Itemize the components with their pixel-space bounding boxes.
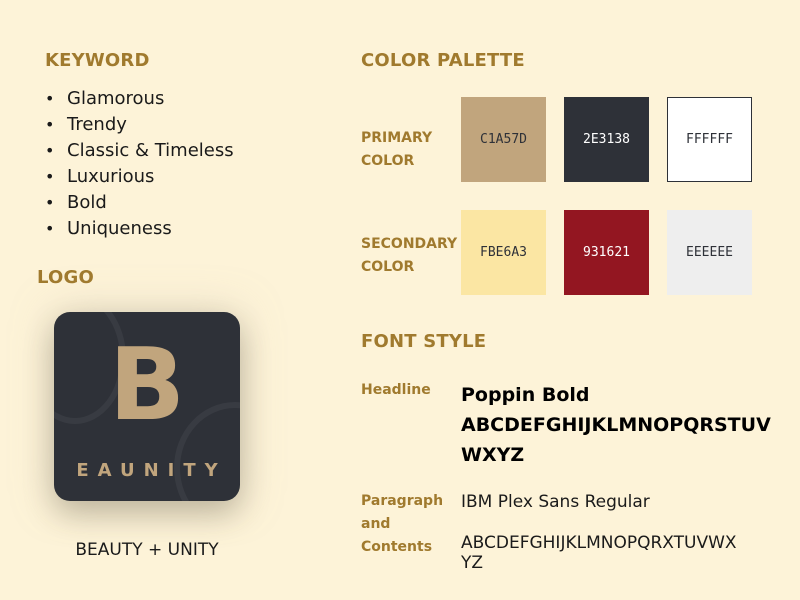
palette-title: COLOR PALETTE: [361, 50, 525, 71]
bullet-icon: •: [45, 193, 55, 212]
swatch-hex: C1A57D: [480, 132, 527, 147]
keyword-item: • Trendy: [45, 114, 127, 135]
keyword-item: • Classic & Timeless: [45, 140, 234, 161]
swatch-hex: 2E3138: [583, 132, 630, 147]
headline-label: Headline: [361, 382, 431, 398]
keyword-title: KEYWORD: [45, 50, 150, 71]
logo-title: LOGO: [37, 267, 95, 288]
swatch-secondary-3: EEEEEE: [667, 210, 752, 295]
logo-caption: BEAUTY + UNITY: [75, 540, 219, 560]
logo-letter: B: [108, 326, 186, 443]
swatch-hex: FBE6A3: [480, 245, 527, 260]
keyword-list: • Glamorous • Trendy • Classic & Timeless •…: [45, 86, 234, 242]
paragraph-sample-line: ABCDEFGHIJKLMNOPQRXTUVWX: [461, 533, 737, 553]
swatch-primary-2: 2E3138: [564, 97, 649, 182]
bullet-icon: •: [45, 115, 55, 134]
swatch-hex: EEEEEE: [686, 245, 733, 260]
bullet-icon: •: [45, 219, 55, 238]
swatch-primary-1: C1A57D: [461, 97, 546, 182]
headline-sample-line: WXYZ: [461, 444, 525, 466]
paragraph-font-sample: ABCDEFGHIJKLMNOPQRXTUVWX YZ: [461, 533, 737, 573]
logo-wordmark: EAUNITY: [76, 460, 227, 481]
swatch-secondary-1: FBE6A3: [461, 210, 546, 295]
primary-color-label: PRIMARY COLOR: [361, 130, 433, 169]
keyword-item: • Bold: [45, 192, 107, 213]
paragraph-label: Paragraph and Contents: [361, 493, 444, 555]
headline-font-name: Poppin Bold: [461, 384, 590, 406]
bullet-icon: •: [45, 89, 55, 108]
font-style-title: FONT STYLE: [361, 331, 487, 352]
secondary-color-label: SECONDARY COLOR: [361, 236, 458, 275]
headline-font-sample: Poppin Bold ABCDEFGHIJKLMNOPQRSTUV WXYZ: [461, 380, 771, 470]
headline-sample-line: ABCDEFGHIJKLMNOPQRSTUV: [461, 414, 771, 436]
swatch-secondary-2: 931621: [564, 210, 649, 295]
swatch-hex: 931621: [583, 245, 630, 260]
keyword-item: • Luxurious: [45, 166, 155, 187]
bullet-icon: •: [45, 141, 55, 160]
bullet-icon: •: [45, 167, 55, 186]
keyword-item: • Glamorous: [45, 88, 165, 109]
paragraph-font-name: IBM Plex Sans Regular: [461, 492, 650, 512]
swatch-primary-3: FFFFFF: [667, 97, 752, 182]
brand-logo: B EAUNITY: [54, 312, 240, 501]
paragraph-sample-line: YZ: [461, 553, 484, 573]
swatch-hex: FFFFFF: [686, 132, 733, 147]
keyword-item: • Uniqueness: [45, 218, 172, 239]
